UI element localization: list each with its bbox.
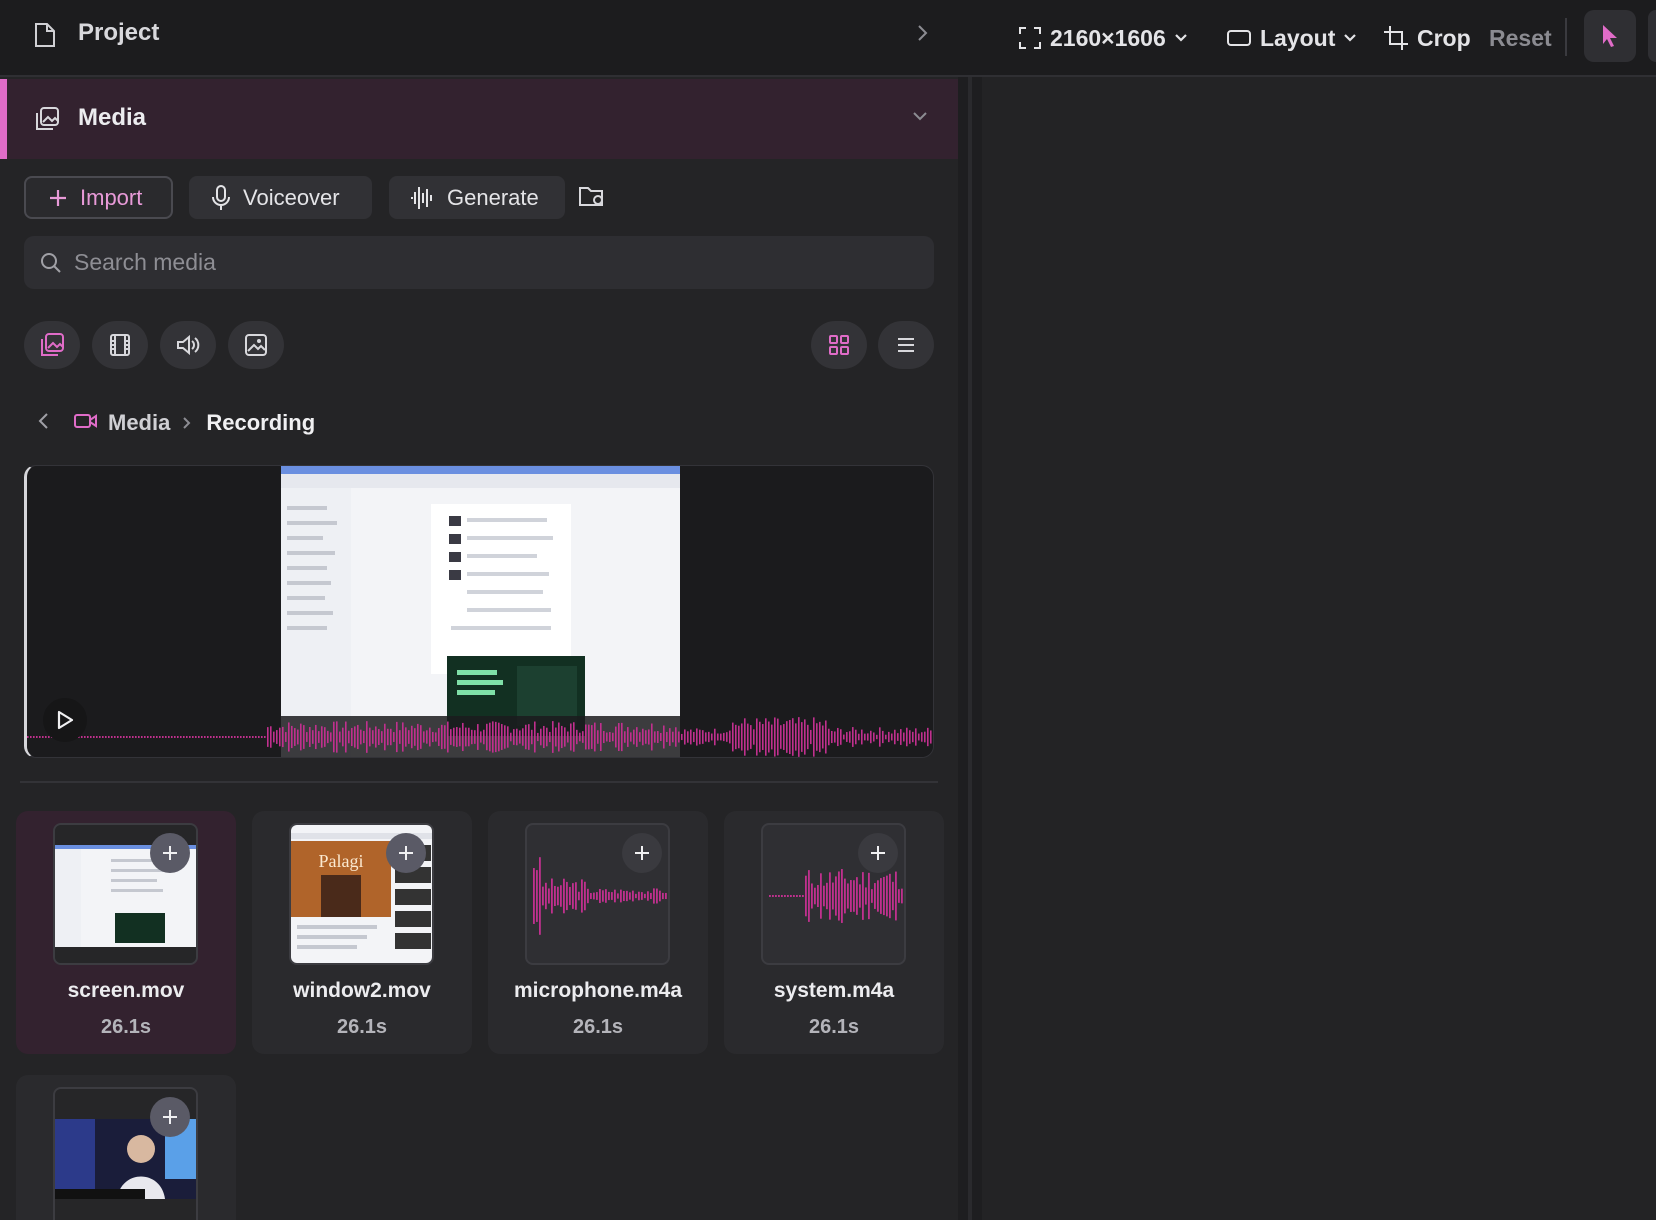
voiceover-button[interactable]: Voiceover [189,176,372,219]
media-section-header[interactable]: Media [0,79,958,159]
recording-icon [74,410,98,436]
media-preview[interactable] [24,465,934,758]
media-duration: 26.1s [808,1016,860,1038]
filter-video-button[interactable] [92,321,148,369]
file-icon [34,22,56,53]
breadcrumb-current: Recording [206,410,316,435]
plus-icon [871,846,885,860]
import-label: Import [80,184,143,210]
reset-label: Reset [1489,24,1552,51]
project-header[interactable]: Project [0,0,958,77]
list-view-button[interactable] [878,321,934,369]
add-to-timeline-button[interactable] [858,833,898,873]
add-to-timeline-button[interactable] [150,833,190,873]
fullscreen-icon [1019,27,1041,49]
chevron-right-icon[interactable] [916,24,928,47]
section-accent [0,79,7,159]
grid-icon [829,335,849,355]
media-icon [34,106,60,137]
project-title: Project [78,19,160,46]
app-root: Project Media Import Voiceover Generate … [0,0,1656,1220]
canvas-size-dropdown[interactable]: 2160×1606 [1018,20,1196,56]
film-icon [110,334,130,356]
svg-text:Palagi: Palagi [319,851,364,871]
back-chevron-icon[interactable] [38,410,50,436]
media-name: system.m4a [773,979,895,1002]
plus-icon [399,846,413,860]
breadcrumb-media[interactable]: Media [108,410,170,436]
all-media-icon [41,333,64,356]
media-duration: 26.1s [572,1016,624,1038]
media-duration: 26.1s [336,1016,388,1038]
grid-view-button[interactable] [811,321,867,369]
canvas-toolbar: 2160×1606 Layout Crop Reset [958,0,1656,77]
add-to-timeline-button[interactable] [386,833,426,873]
breadcrumb-separator-icon [182,410,192,436]
audio-waveform [27,716,933,757]
crop-button[interactable]: Crop [1383,20,1471,56]
generate-label: Generate [447,184,539,210]
preview-frame [281,466,680,757]
layout-label: Layout [1260,24,1336,51]
chevron-down-icon[interactable] [912,109,928,127]
crop-icon [1384,26,1408,50]
add-to-timeline-button[interactable] [622,833,662,873]
microphone-icon [212,184,230,210]
canvas-size-label: 2160×1606 [1050,24,1166,51]
cursor-icon [1603,25,1617,47]
generate-button[interactable]: Generate [389,176,565,219]
breadcrumb: Media Recording [38,408,315,438]
voiceover-label: Voiceover [243,184,340,210]
media-card[interactable]: screen.mov 26.1s [16,811,236,1054]
media-panel: Project Media Import Voiceover Generate … [0,0,958,1220]
media-duration: 26.1s [100,1016,152,1038]
chevron-down-icon [1174,34,1187,42]
waveform-icon [411,186,432,209]
speaker-icon [177,334,200,356]
media-name: window2.mov [293,979,431,1002]
list-icon [898,338,914,352]
play-icon [57,710,74,730]
panel-divider[interactable] [968,0,972,1220]
search-icon [41,253,61,273]
new-folder-icon[interactable] [578,184,606,213]
select-tool-button[interactable] [1584,10,1636,62]
search-input[interactable] [74,244,914,280]
media-card[interactable]: Palagi window2.mov 26.1s [252,811,472,1054]
filter-all-button[interactable] [24,321,80,369]
crop-label: Crop [1417,24,1471,51]
media-name: screen.mov [67,979,185,1002]
play-button[interactable] [43,698,87,742]
search-bar[interactable] [24,236,934,289]
plus-icon [163,1110,177,1124]
plus-icon [635,846,649,860]
media-card[interactable] [16,1075,236,1220]
import-button[interactable]: Import [24,176,173,219]
image-icon [245,334,267,356]
media-card[interactable]: system.m4a 26.1s [724,811,944,1054]
overflow-button[interactable] [1648,10,1656,62]
filter-audio-button[interactable] [160,321,216,369]
reset-button[interactable]: Reset [1489,20,1552,56]
chevron-down-icon [1344,34,1357,42]
canvas-panel [982,0,1656,1220]
add-to-timeline-button[interactable] [150,1097,190,1137]
media-card[interactable]: microphone.m4a 26.1s [488,811,708,1054]
media-name: microphone.m4a [513,979,683,1002]
toolbar-separator [1565,18,1567,56]
plus-icon [163,846,177,860]
filter-image-button[interactable] [228,321,284,369]
section-divider [20,781,938,783]
layout-icon [1227,30,1251,46]
layout-dropdown[interactable]: Layout [1226,20,1365,56]
media-section-title: Media [78,104,147,131]
plus-icon [50,189,66,206]
